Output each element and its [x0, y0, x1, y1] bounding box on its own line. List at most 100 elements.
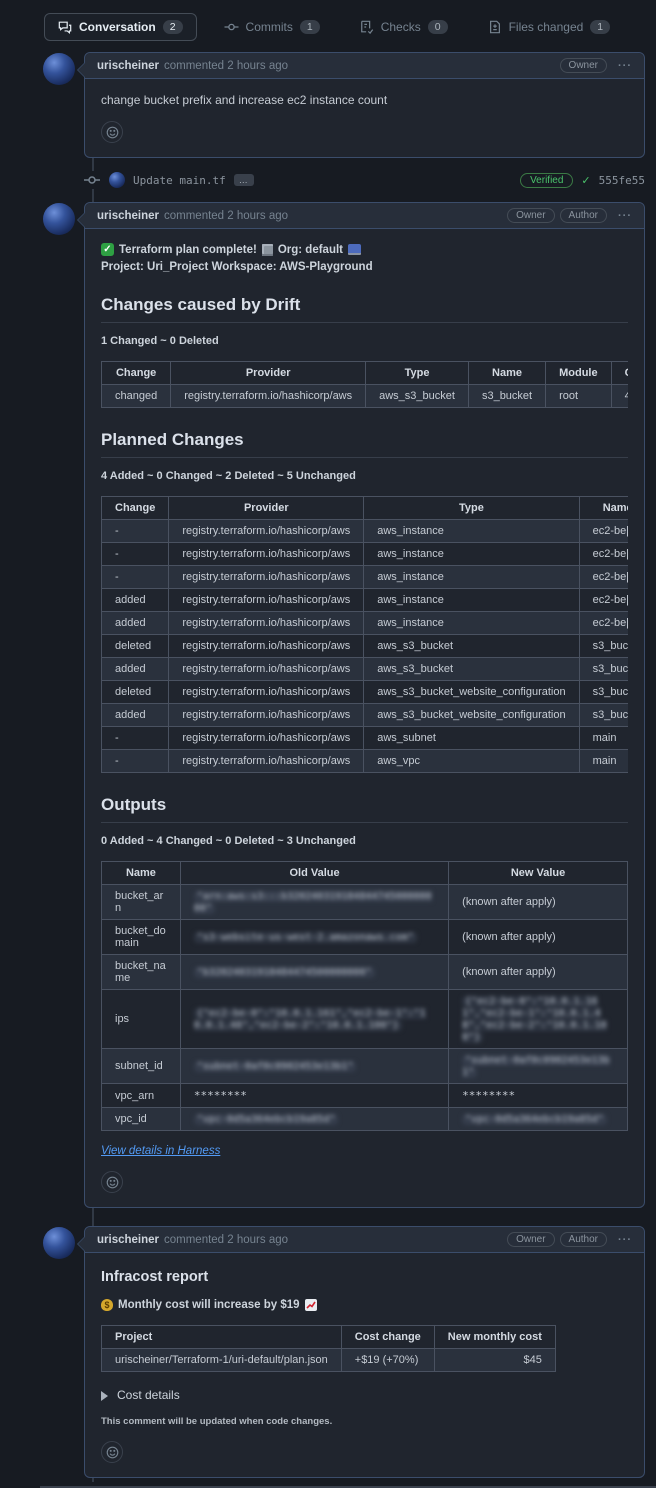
column-header: Provider — [171, 362, 366, 385]
table-row: -registry.terraform.io/hashicorp/awsaws_… — [102, 566, 629, 589]
avatar[interactable] — [43, 203, 75, 235]
tab-commits[interactable]: Commits 1 — [211, 14, 333, 40]
author-badge: Author — [560, 1232, 607, 1247]
column-header: New Value — [449, 862, 628, 885]
table-row: -registry.terraform.io/hashicorp/awsaws_… — [102, 750, 629, 773]
tab-files-changed[interactable]: Files changed 1 — [475, 14, 624, 40]
check-icon: ✓ — [581, 174, 590, 187]
comment-author[interactable]: urischeiner — [97, 60, 159, 72]
table-row: bucket_name "b32024031918484474500000000… — [102, 955, 628, 990]
table-row: deletedregistry.terraform.io/hashicorp/a… — [102, 681, 629, 704]
table-row: addedregistry.terraform.io/hashicorp/aws… — [102, 658, 629, 681]
open-book-icon — [348, 244, 361, 255]
column-header: New monthly cost — [434, 1326, 555, 1349]
kebab-menu-icon[interactable]: ··· — [618, 1234, 632, 1246]
table-row: -registry.terraform.io/hashicorp/awsaws_… — [102, 520, 629, 543]
plan-complete-text: Terraform plan complete! — [119, 244, 257, 256]
table-row: vpc_id "vpc-0d5a364ebcb19a85d" "vpc-0d5a… — [102, 1108, 628, 1131]
comment-meta: commented 2 hours ago — [164, 1234, 288, 1246]
table-row: ips {"ec2-be-0":"10.0.1.161","ec2-be-1":… — [102, 990, 628, 1049]
planned-section-title: Planned Changes — [101, 430, 628, 458]
pr-timeline: urischeiner commented 2 hours ago Owner … — [0, 52, 656, 1488]
column-header: Name — [579, 497, 628, 520]
avatar[interactable] — [43, 1227, 75, 1259]
column-header: Old Value — [180, 862, 448, 885]
comment-body: Infracost report $ Monthly cost will inc… — [85, 1253, 644, 1477]
table-row: -registry.terraform.io/hashicorp/awsaws_… — [102, 543, 629, 566]
avatar[interactable] — [109, 172, 125, 188]
table-row: deletedregistry.terraform.io/hashicorp/a… — [102, 635, 629, 658]
money-bag-icon: $ — [101, 1299, 113, 1311]
owner-badge: Owner — [507, 1232, 554, 1247]
table-row: vpc_arn ******** ******** — [102, 1084, 628, 1108]
tab-counter: 0 — [428, 20, 448, 34]
column-header: Name — [102, 862, 181, 885]
outputs-stats: 0 Added ~ 4 Changed ~ 0 Deleted ~ 3 Unch… — [101, 835, 628, 847]
collapsed-triangle-icon — [101, 1391, 113, 1401]
view-details-link[interactable]: View details in Harness — [101, 1145, 220, 1157]
add-reaction-button[interactable] — [101, 121, 123, 143]
commit-expand-button[interactable]: … — [234, 174, 254, 186]
column-header: Type — [366, 362, 469, 385]
comment-meta: commented 2 hours ago — [164, 60, 288, 72]
table-row: urischeiner/Terraform-1/uri-default/plan… — [102, 1349, 556, 1372]
comment-header: urischeiner commented 2 hours ago Owner … — [85, 53, 644, 79]
git-commit-icon — [83, 171, 101, 189]
tab-checks[interactable]: Checks 0 — [347, 14, 461, 40]
tab-counter: 1 — [590, 20, 610, 34]
comment-author[interactable]: urischeiner — [97, 1234, 159, 1246]
column-header: Module — [546, 362, 612, 385]
smiley-icon — [106, 126, 119, 139]
comment-discussion-icon — [58, 20, 72, 34]
planned-stats: 4 Added ~ 0 Changed ~ 2 Deleted ~ 5 Unch… — [101, 470, 628, 482]
kebab-menu-icon[interactable]: ··· — [618, 60, 632, 72]
owner-badge: Owner — [560, 58, 607, 73]
tab-counter: 2 — [163, 20, 183, 34]
tab-counter: 1 — [300, 20, 320, 34]
commit-sha[interactable]: 555fe55 — [599, 174, 645, 187]
commit-timeline-item: Update main.tf … Verified ✓ 555fe55 — [84, 166, 645, 194]
smiley-icon — [106, 1446, 119, 1459]
comment-card-1: urischeiner commented 2 hours ago Owner … — [84, 52, 645, 158]
kebab-menu-icon[interactable]: ··· — [618, 210, 632, 222]
checklist-icon — [360, 20, 374, 34]
author-badge: Author — [560, 208, 607, 223]
column-header: Type — [364, 497, 579, 520]
table-row: bucket_domain "s3-website-us-west-2.amaz… — [102, 920, 628, 955]
commit-message[interactable]: Update main.tf — [133, 174, 226, 187]
comment-card-2: urischeiner commented 2 hours ago Owner … — [84, 202, 645, 1208]
column-header: Changes — [611, 362, 628, 385]
verified-badge[interactable]: Verified — [520, 173, 573, 188]
planned-changes-table: ChangeProviderTypeNameModuleChanges -reg… — [101, 496, 628, 773]
table-row: addedregistry.terraform.io/hashicorp/aws… — [102, 612, 629, 635]
comment-body: ✓ Terraform plan complete! Org: default … — [85, 229, 644, 1207]
drift-stats: 1 Changed ~ 0 Deleted — [101, 335, 628, 347]
table-row: -registry.terraform.io/hashicorp/awsaws_… — [102, 727, 629, 750]
tab-label: Checks — [381, 20, 421, 34]
avatar[interactable] — [43, 53, 75, 85]
comment-header: urischeiner commented 2 hours ago Owner … — [85, 203, 644, 229]
column-header: Project — [102, 1326, 342, 1349]
drift-section-title: Changes caused by Drift — [101, 295, 628, 323]
add-reaction-button[interactable] — [101, 1171, 123, 1193]
chart-increasing-icon — [305, 1299, 317, 1311]
tab-label: Conversation — [79, 20, 156, 34]
check-mark-icon: ✓ — [101, 243, 114, 256]
smiley-icon — [106, 1176, 119, 1189]
cost-details-toggle[interactable]: Cost details — [101, 1388, 628, 1402]
org-text: Org: default — [278, 244, 343, 256]
table-row: addedregistry.terraform.io/hashicorp/aws… — [102, 704, 629, 727]
comment-author[interactable]: urischeiner — [97, 210, 159, 222]
infracost-table: Project Cost change New monthly cost uri… — [101, 1325, 556, 1372]
file-diff-icon — [488, 20, 502, 34]
tab-conversation[interactable]: Conversation 2 — [44, 13, 197, 41]
outputs-section-title: Outputs — [101, 795, 628, 823]
infracost-title: Infracost report — [101, 1269, 628, 1285]
project-text: Project: Uri_Project Workspace: AWS-Play… — [101, 261, 373, 273]
comment-header: urischeiner commented 2 hours ago Owner … — [85, 1227, 644, 1253]
column-header: Change — [102, 362, 171, 385]
add-reaction-button[interactable] — [101, 1441, 123, 1463]
column-header: Provider — [169, 497, 364, 520]
table-row: subnet_id "subnet-0af0c0902453e13b1" "su… — [102, 1049, 628, 1084]
git-commit-icon — [224, 20, 239, 34]
